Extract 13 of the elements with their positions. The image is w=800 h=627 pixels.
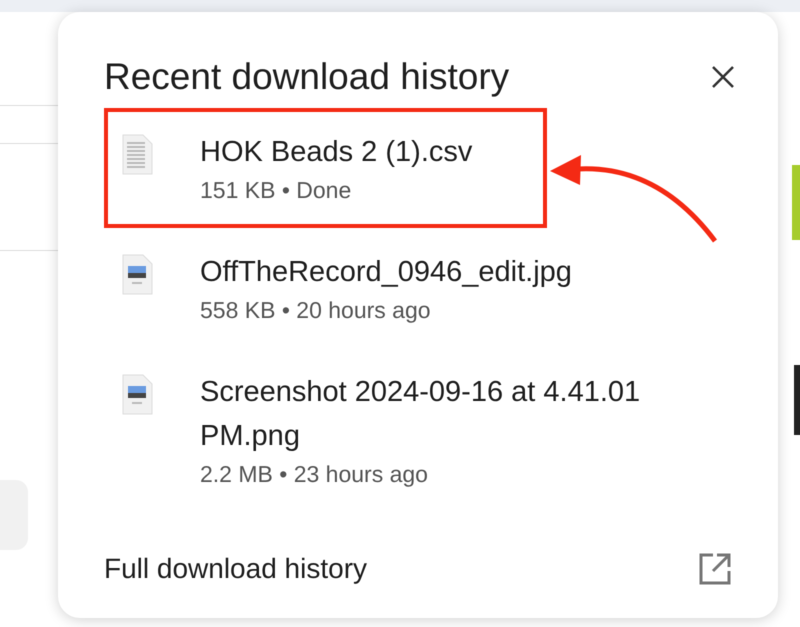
full-history-link[interactable]: Full download history: [104, 553, 368, 585]
image-file-icon: [120, 254, 154, 296]
file-details: 151 KB • Done: [200, 176, 352, 205]
image-file-icon: [120, 374, 154, 416]
file-name[interactable]: Screenshot 2024-09-16 at 4.41.01 PM.png: [200, 370, 700, 458]
file-details: 558 KB • 20 hours ago: [200, 296, 432, 325]
document-file-icon: [120, 134, 154, 176]
file-name[interactable]: HOK Beads 2 (1).csv: [200, 130, 700, 174]
panel-title: Recent download history: [104, 56, 510, 98]
file-details: 2.2 MB • 23 hours ago: [200, 460, 429, 489]
side-strip: [794, 365, 800, 435]
open-external-icon[interactable]: [698, 552, 732, 586]
file-name[interactable]: OffTheRecord_0946_edit.jpg: [200, 250, 700, 294]
